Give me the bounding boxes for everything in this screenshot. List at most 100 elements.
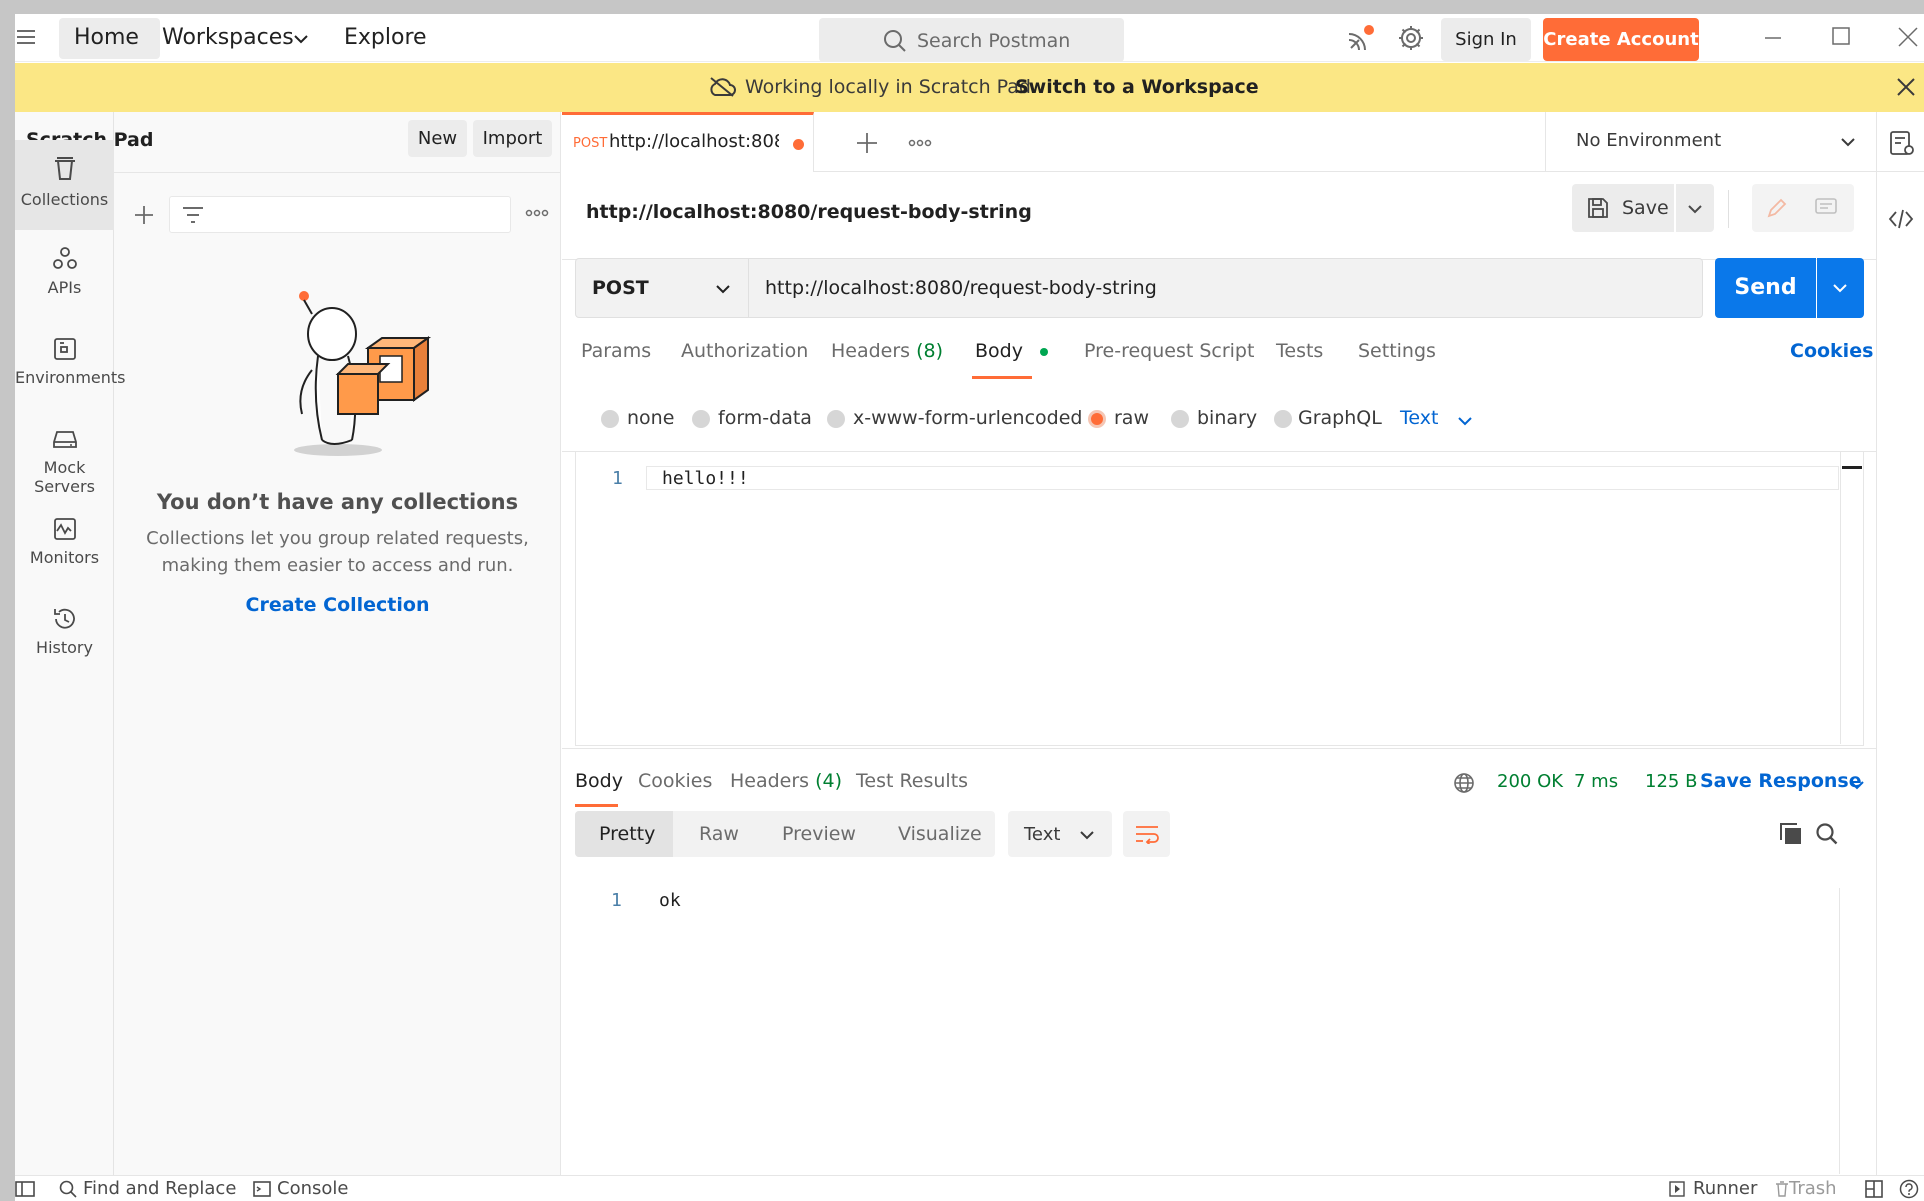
request-tab[interactable]: POST http://localhost:8080/ [562,112,814,172]
maximize-icon[interactable] [1831,26,1851,46]
new-tab-icon[interactable] [856,132,878,154]
chevron-down-icon [1688,204,1702,214]
response-scrollbar[interactable] [1839,888,1862,1174]
radio-urlencoded[interactable] [827,410,845,428]
create-account-button[interactable]: Create Account [1543,18,1699,61]
find-replace-button[interactable]: Find and Replace [83,1178,236,1199]
nav-explore[interactable]: Explore [344,25,427,50]
help-icon[interactable] [1899,1179,1919,1199]
nav-home[interactable]: Home [74,25,139,50]
tab-more-icon[interactable] [908,138,932,148]
headers-count: (8) [916,340,944,362]
trash-button[interactable]: Trash [1789,1178,1837,1199]
minimize-icon[interactable] [1763,28,1783,48]
runner-button[interactable]: Runner [1693,1178,1757,1199]
chevron-down-icon[interactable] [1458,416,1472,426]
import-button[interactable]: Import [473,120,552,157]
tab-params[interactable]: Params [581,340,651,362]
body-format-select[interactable]: Text [1400,407,1438,429]
radio-graphql[interactable] [1274,410,1292,428]
wrap-lines-button[interactable] [1123,811,1170,857]
console-button[interactable]: Console [277,1178,348,1199]
new-button[interactable]: New [408,120,467,157]
save-dropdown[interactable] [1676,184,1714,232]
tab-tests[interactable]: Tests [1276,340,1323,362]
comment-icon[interactable] [1815,198,1837,218]
response-tab-cookies[interactable]: Cookies [638,770,712,792]
rail-item-monitors[interactable]: Monitors [15,500,114,588]
copy-icon[interactable] [1779,822,1803,846]
radio-form-data[interactable] [692,410,710,428]
two-pane-icon[interactable] [1865,1180,1883,1198]
search-response-icon[interactable] [1815,822,1839,846]
cookies-link[interactable]: Cookies [1790,340,1873,362]
gear-icon[interactable] [1397,24,1425,52]
response-size[interactable]: 125 B [1645,771,1697,792]
search-box[interactable]: Search Postman [819,18,1124,62]
view-visualize[interactable]: Visualize [898,823,982,845]
nav-workspaces[interactable]: Workspaces [162,25,294,50]
tab-prerequest-script[interactable]: Pre-request Script [1084,340,1254,362]
body-mode-none[interactable]: none [627,407,674,429]
response-content[interactable]: ok [659,890,681,911]
tab-headers[interactable]: Headers (8) [831,340,943,362]
rail-item-apis[interactable]: APIs [15,230,114,318]
code-snippet-icon[interactable] [1888,208,1914,230]
view-raw[interactable]: Raw [699,823,739,845]
editor-scrollbar[interactable] [1840,452,1863,744]
request-name[interactable]: http://localhost:8080/request-body-strin… [586,201,1032,223]
method-select[interactable]: POST [576,259,749,317]
save-response-button[interactable]: Save Response [1700,770,1862,792]
close-banner-icon[interactable] [1896,77,1916,97]
add-collection-icon[interactable] [134,205,154,225]
pencil-icon[interactable] [1766,197,1788,219]
rail-item-environments[interactable]: Environments [15,320,126,408]
body-mode-urlencoded[interactable]: x-www-form-urlencoded [853,407,1082,429]
body-mode-form-data[interactable]: form-data [718,407,812,429]
create-collection-link[interactable]: Create Collection [114,594,561,616]
response-format-select[interactable]: Text [1008,811,1112,857]
radio-none[interactable] [601,410,619,428]
rail-item-mock-servers[interactable]: Mock Servers [15,410,114,498]
editor-content[interactable]: hello!!! [662,468,749,489]
scrollbar-thumb[interactable] [1842,466,1862,469]
tab-body[interactable]: Body [975,340,1023,362]
response-time[interactable]: 7 ms [1574,771,1618,792]
response-status[interactable]: 200 OK [1497,771,1563,792]
chevron-down-icon[interactable] [1850,780,1864,790]
view-preview[interactable]: Preview [782,823,856,845]
rail-item-collections[interactable]: Collections [15,140,114,230]
save-button[interactable]: Save [1572,184,1674,232]
response-tab-headers[interactable]: Headers (4) [730,770,842,792]
body-mode-raw[interactable]: raw [1114,407,1149,429]
body-mode-binary[interactable]: binary [1197,407,1257,429]
tab-authorization[interactable]: Authorization [681,340,808,362]
eye-doc-icon [1889,130,1915,156]
body-mode-graphql[interactable]: GraphQL [1298,407,1382,429]
environment-select[interactable]: No Environment [1545,112,1876,172]
hamburger-menu-icon[interactable] [15,27,39,47]
body-editor[interactable]: 1 hello!!! [575,452,1864,746]
satellite-sync-icon[interactable] [1345,24,1375,54]
send-button[interactable]: Send [1715,258,1816,318]
environment-quick-look[interactable] [1876,112,1924,172]
toggle-sidebar-icon[interactable] [15,1180,35,1198]
rail-item-history[interactable]: History [15,590,114,678]
sign-in-button[interactable]: Sign In [1441,18,1531,61]
more-options-icon[interactable] [525,208,549,218]
url-input[interactable]: http://localhost:8080/request-body-strin… [765,277,1157,299]
chevron-down-icon[interactable] [294,34,308,44]
view-pretty[interactable]: Pretty [575,811,673,857]
close-window-icon[interactable] [1897,26,1919,48]
switch-workspace-link[interactable]: Switch to a Workspace [1015,76,1259,98]
tab-settings[interactable]: Settings [1358,340,1436,362]
top-bar: Home Workspaces Explore Search Postman S… [15,14,1924,62]
response-tab-test-results[interactable]: Test Results [856,770,968,792]
globe-icon[interactable] [1453,772,1475,794]
send-dropdown[interactable] [1817,258,1864,318]
response-tab-body[interactable]: Body [575,770,623,792]
radio-binary[interactable] [1171,410,1189,428]
response-body[interactable]: 1 ok [575,874,1864,1174]
collection-search-input[interactable] [169,196,511,233]
radio-raw-selected[interactable] [1088,410,1106,428]
